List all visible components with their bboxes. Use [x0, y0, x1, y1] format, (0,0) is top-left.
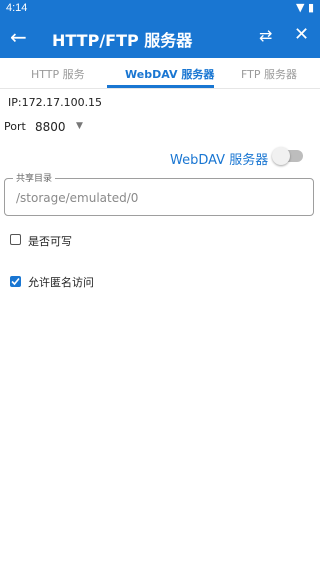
tab-webdav[interactable]: WebDAV 服务器 — [125, 66, 214, 82]
anonymous-access-checkbox[interactable] — [10, 276, 21, 287]
page-title: HTTP/FTP 服务器 — [52, 31, 193, 50]
share-directory-legend: 共享目录 — [13, 171, 56, 184]
anonymous-access-label: 允许匿名访问 — [28, 276, 94, 289]
share-directory-value: /storage/emulated/0 — [16, 191, 139, 205]
status-time: 4:14 — [6, 2, 28, 14]
share-directory-field[interactable]: 共享目录 /storage/emulated/0 — [4, 171, 314, 216]
wifi-icon: ▼ — [295, 1, 305, 14]
tab-ftp[interactable]: FTP 服务器 — [241, 66, 297, 82]
app-bar: ← HTTP/FTP 服务器 ⇄ ✕ — [0, 18, 320, 58]
status-icons: ▼ ▮ — [296, 1, 314, 14]
swap-icon[interactable]: ⇄ — [259, 26, 272, 45]
dropdown-arrow-icon[interactable]: ▼ — [76, 121, 83, 131]
tab-bar: HTTP 服务 WebDAV 服务器 FTP 服务器 — [0, 58, 320, 89]
tab-http[interactable]: HTTP 服务 — [31, 66, 85, 82]
checkmark-icon — [11, 277, 20, 286]
back-arrow-icon[interactable]: ← — [10, 25, 27, 49]
port-dropdown[interactable]: 8800 — [35, 120, 66, 134]
close-icon[interactable]: ✕ — [294, 24, 309, 45]
writable-checkbox[interactable] — [10, 234, 21, 245]
switch-thumb — [272, 147, 290, 165]
webdav-toggle-label: WebDAV 服务器 — [170, 153, 269, 168]
battery-icon: ▮ — [307, 1, 314, 14]
status-bar: 4:14 ▼ ▮ — [0, 0, 320, 18]
port-label: Port — [4, 120, 26, 133]
writable-label: 是否可写 — [28, 235, 72, 248]
ip-address: IP:172.17.100.15 — [8, 96, 103, 109]
tab-indicator — [107, 85, 214, 88]
webdav-toggle-switch[interactable] — [272, 146, 305, 166]
